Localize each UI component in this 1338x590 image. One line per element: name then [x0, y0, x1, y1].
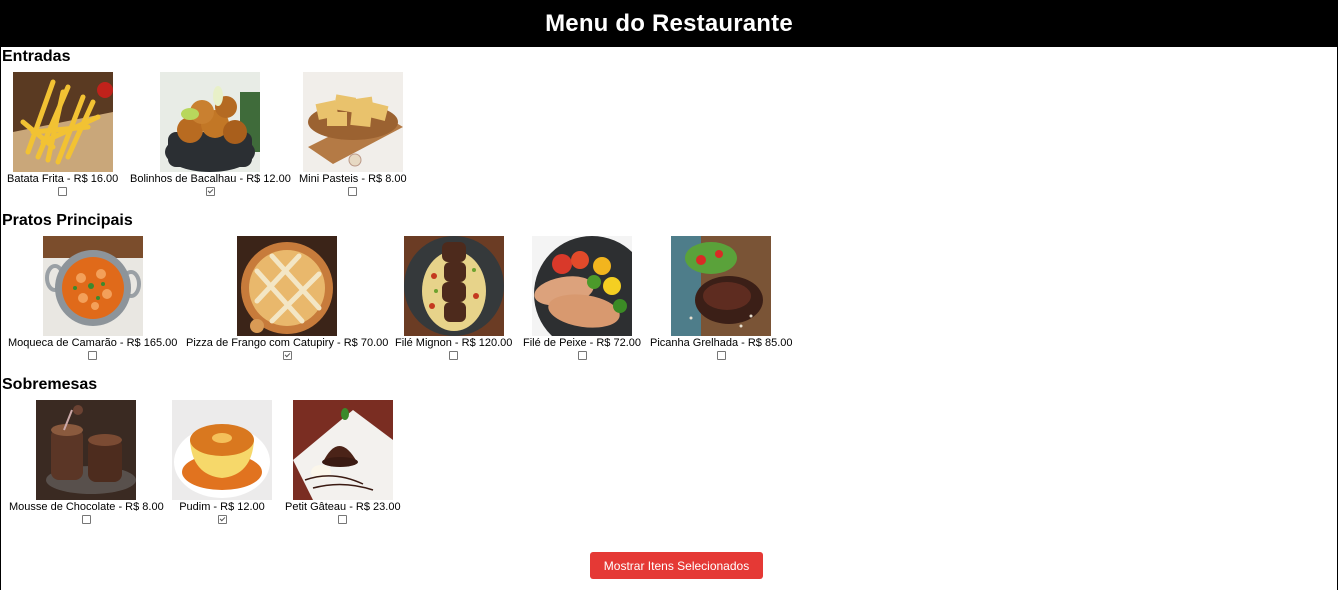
picanha-image: [671, 236, 772, 336]
item-checkbox[interactable]: [58, 187, 68, 196]
item-checkbox[interactable]: [205, 187, 215, 196]
item-label: Filé Mignon - R$ 120.00: [395, 337, 513, 349]
menu-item-bolinhos-de-bacalhau: Bolinhos de Bacalhau - R$ 12.00: [130, 72, 291, 196]
codfish-balls-image: [160, 72, 261, 172]
menu-item-mousse-de-chocolate: Mousse de Chocolate - R$ 8.00: [9, 400, 164, 524]
item-label: Mini Pasteis - R$ 8.00: [299, 173, 407, 185]
menu-item-pudim: Pudim - R$ 12.00: [172, 400, 272, 524]
section-title-sobremesas: Sobremesas: [2, 376, 98, 393]
show-selected-button[interactable]: Mostrar Itens Selecionados: [590, 552, 763, 579]
pudim-image: [172, 400, 272, 500]
menu-item-pizza-de-frango: Pizza de Frango com Catupiry - R$ 70.00: [186, 236, 388, 360]
menu-item-moqueca-de-camarao: Moqueca de Camarão - R$ 165.00: [8, 236, 177, 360]
pasteis-image: [302, 72, 403, 172]
moqueca-image: [42, 236, 143, 336]
item-label: Pizza de Frango com Catupiry - R$ 70.00: [186, 337, 389, 349]
section-title-pratos-principais: Pratos Principais: [2, 212, 133, 229]
fish-filet-image: [532, 236, 632, 336]
header-bar: Menu do Restaurante: [1, 0, 1337, 47]
item-label: Moqueca de Camarão - R$ 165.00: [8, 337, 178, 349]
chocolate-mousse-image: [36, 400, 137, 500]
page: Menu do Restaurante Entradas Batata Frit…: [0, 0, 1338, 590]
page-title: Menu do Restaurante: [545, 9, 793, 37]
menu-item-petit-gateau: Petit Gâteau - R$ 23.00: [285, 400, 401, 524]
menu-item-picanha-grelhada: Picanha Grelhada - R$ 85.00: [650, 236, 792, 360]
item-label: Batata Frita - R$ 16.00: [7, 173, 119, 185]
item-label: Bolinhos de Bacalhau - R$ 12.00: [130, 173, 291, 185]
item-checkbox[interactable]: [217, 515, 227, 524]
menu-item-file-mignon: Filé Mignon - R$ 120.00: [395, 236, 512, 360]
item-label: Pudim - R$ 12.00: [179, 501, 265, 513]
menu-item-file-de-peixe: Filé de Peixe - R$ 72.00: [523, 236, 641, 360]
item-checkbox[interactable]: [282, 351, 292, 360]
item-checkbox[interactable]: [577, 351, 587, 360]
item-checkbox[interactable]: [338, 515, 348, 524]
item-label: Mousse de Chocolate - R$ 8.00: [9, 501, 164, 513]
item-checkbox[interactable]: [716, 351, 726, 360]
item-label: Filé de Peixe - R$ 72.00: [523, 337, 642, 349]
section-title-entradas: Entradas: [2, 48, 71, 65]
item-checkbox[interactable]: [449, 351, 459, 360]
item-checkbox[interactable]: [348, 187, 358, 196]
item-checkbox[interactable]: [81, 515, 91, 524]
fries-image: [12, 72, 113, 172]
menu-item-batata-frita: Batata Frita - R$ 16.00: [7, 72, 118, 196]
item-label: Petit Gâteau - R$ 23.00: [285, 501, 401, 513]
item-label: Picanha Grelhada - R$ 85.00: [650, 337, 793, 349]
filet-mignon-image: [403, 236, 504, 336]
menu-item-mini-pasteis: Mini Pasteis - R$ 8.00: [299, 72, 407, 196]
item-checkbox[interactable]: [88, 351, 98, 360]
pizza-image: [237, 236, 338, 336]
petit-gateau-image: [292, 400, 393, 500]
